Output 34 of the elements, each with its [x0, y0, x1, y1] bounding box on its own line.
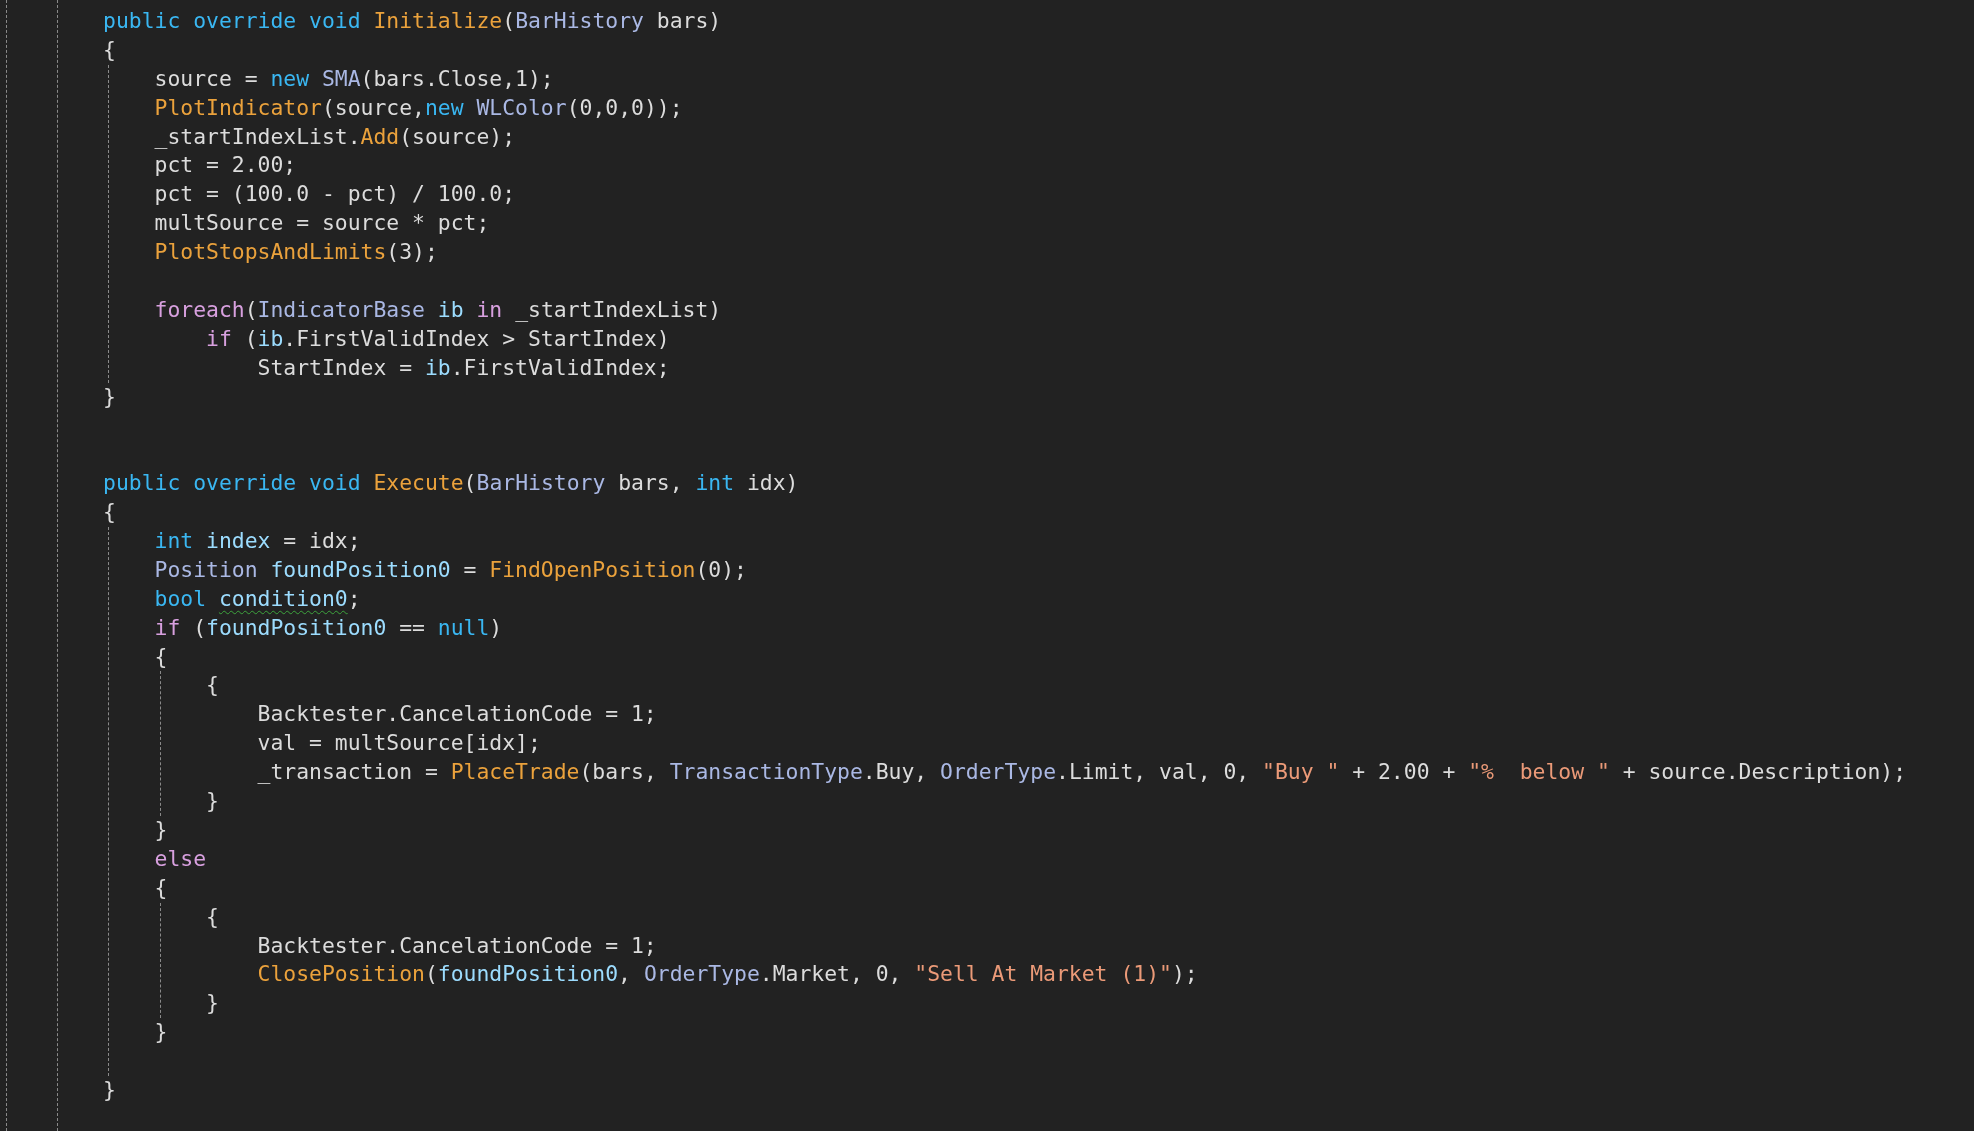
code-line: } — [154, 815, 168, 844]
code-line: Backtester.CancelationCode = 1; — [257, 931, 657, 960]
code-line: } — [206, 787, 219, 816]
code-line: PlotStopsAndLimits(3); — [154, 238, 438, 267]
code-line: { — [103, 35, 116, 64]
code-line: { — [103, 498, 116, 527]
code-line: } — [206, 989, 219, 1018]
code-line: int index = idx; — [154, 527, 361, 556]
code-line: if (foundPosition0 == null) — [154, 613, 503, 642]
code-line: } — [103, 1075, 116, 1104]
code-line: { — [154, 873, 168, 902]
code-line: multSource = source * pct; — [154, 209, 490, 238]
code-line: bool condition0; — [154, 584, 361, 613]
code-line: source = new SMA(bars.Close,1); — [154, 64, 554, 93]
code-line: Backtester.CancelationCode = 1; — [257, 700, 657, 729]
code-line: _startIndexList.Add(source); — [154, 122, 516, 151]
code-line: } — [154, 1018, 168, 1047]
code-line: { — [154, 642, 168, 671]
code-line: public override void Initialize(BarHistory bars) — [103, 7, 722, 35]
code-line: if (ib.FirstValidIndex > StartIndex) — [206, 324, 670, 353]
code-line: PlotIndicator(source,new WLColor(0,0,0)); — [154, 93, 683, 122]
code-line: foreach(IndicatorBase ib in _startIndexList) — [154, 295, 722, 324]
code-line: { — [206, 671, 219, 700]
code-line: ClosePosition(foundPosition0, OrderType.Market, 0, "Sell At Market (1)"); — [257, 960, 1198, 989]
code-line: } — [103, 382, 116, 411]
code-line: pct = 2.00; — [154, 151, 297, 180]
code-line: StartIndex = ib.FirstValidIndex; — [257, 353, 670, 382]
code-line: Position foundPosition0 = FindOpenPosition(0); — [154, 555, 747, 584]
code-line: _transaction = PlaceTrade(bars, TransactionType.Buy, OrderType.Limit, val, 0, "Buy " + 2.00 + "% below " + source.Description); — [257, 758, 1907, 787]
code-line: public override void Execute(BarHistory bars, int idx) — [103, 469, 799, 498]
code-line: pct = (100.0 - pct) / 100.0; — [154, 180, 516, 209]
code-line: val = multSource[idx]; — [257, 729, 541, 758]
code-line: { — [206, 902, 219, 931]
code-line: else — [154, 844, 206, 873]
